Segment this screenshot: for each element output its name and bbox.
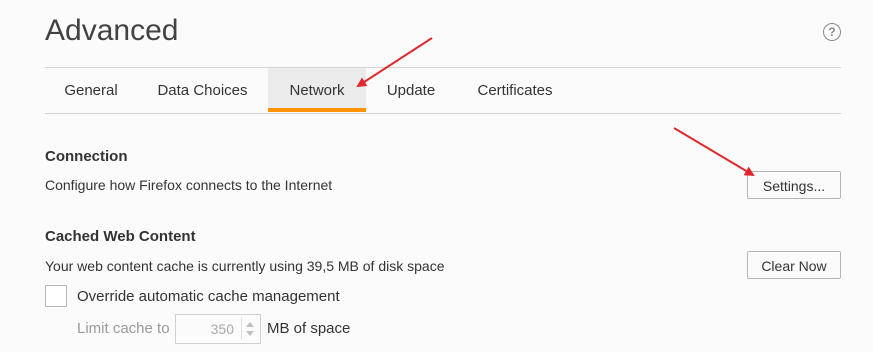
tab-network[interactable]: Network — [268, 68, 366, 112]
connection-heading: Connection — [45, 148, 128, 165]
stepper-arrows[interactable] — [241, 318, 258, 340]
tab-data-choices[interactable]: Data Choices — [137, 68, 268, 112]
stepper-up-icon[interactable] — [246, 322, 254, 327]
connection-settings-label: Settings... — [762, 178, 826, 194]
cache-size-value: 350 — [210, 321, 234, 337]
cache-size-unit: MB of space — [267, 320, 351, 337]
connection-settings-button[interactable]: Settings... — [747, 171, 841, 199]
tab-certificates[interactable]: Certificates — [456, 68, 574, 112]
cache-heading: Cached Web Content — [45, 228, 196, 245]
clear-now-button[interactable]: Clear Now — [747, 251, 841, 279]
override-cache-checkbox[interactable] — [45, 285, 67, 307]
cache-size-stepper[interactable]: 350 — [175, 314, 261, 344]
connection-description: Configure how Firefox connects to the In… — [45, 177, 333, 193]
clear-now-label: Clear Now — [761, 258, 827, 274]
tab-update[interactable]: Update — [366, 68, 456, 112]
tab-general[interactable]: General — [45, 68, 137, 112]
page-title: Advanced — [45, 14, 179, 47]
help-icon[interactable]: ? — [823, 23, 841, 41]
override-cache-label[interactable]: Override automatic cache management — [77, 288, 340, 305]
limit-cache-label: Limit cache to — [77, 320, 170, 337]
cache-description: Your web content cache is currently usin… — [45, 258, 445, 274]
arrow-to-settings-button — [673, 127, 755, 177]
tab-bar: General Data Choices Network Update Cert… — [45, 67, 841, 114]
stepper-down-icon[interactable] — [246, 331, 254, 336]
